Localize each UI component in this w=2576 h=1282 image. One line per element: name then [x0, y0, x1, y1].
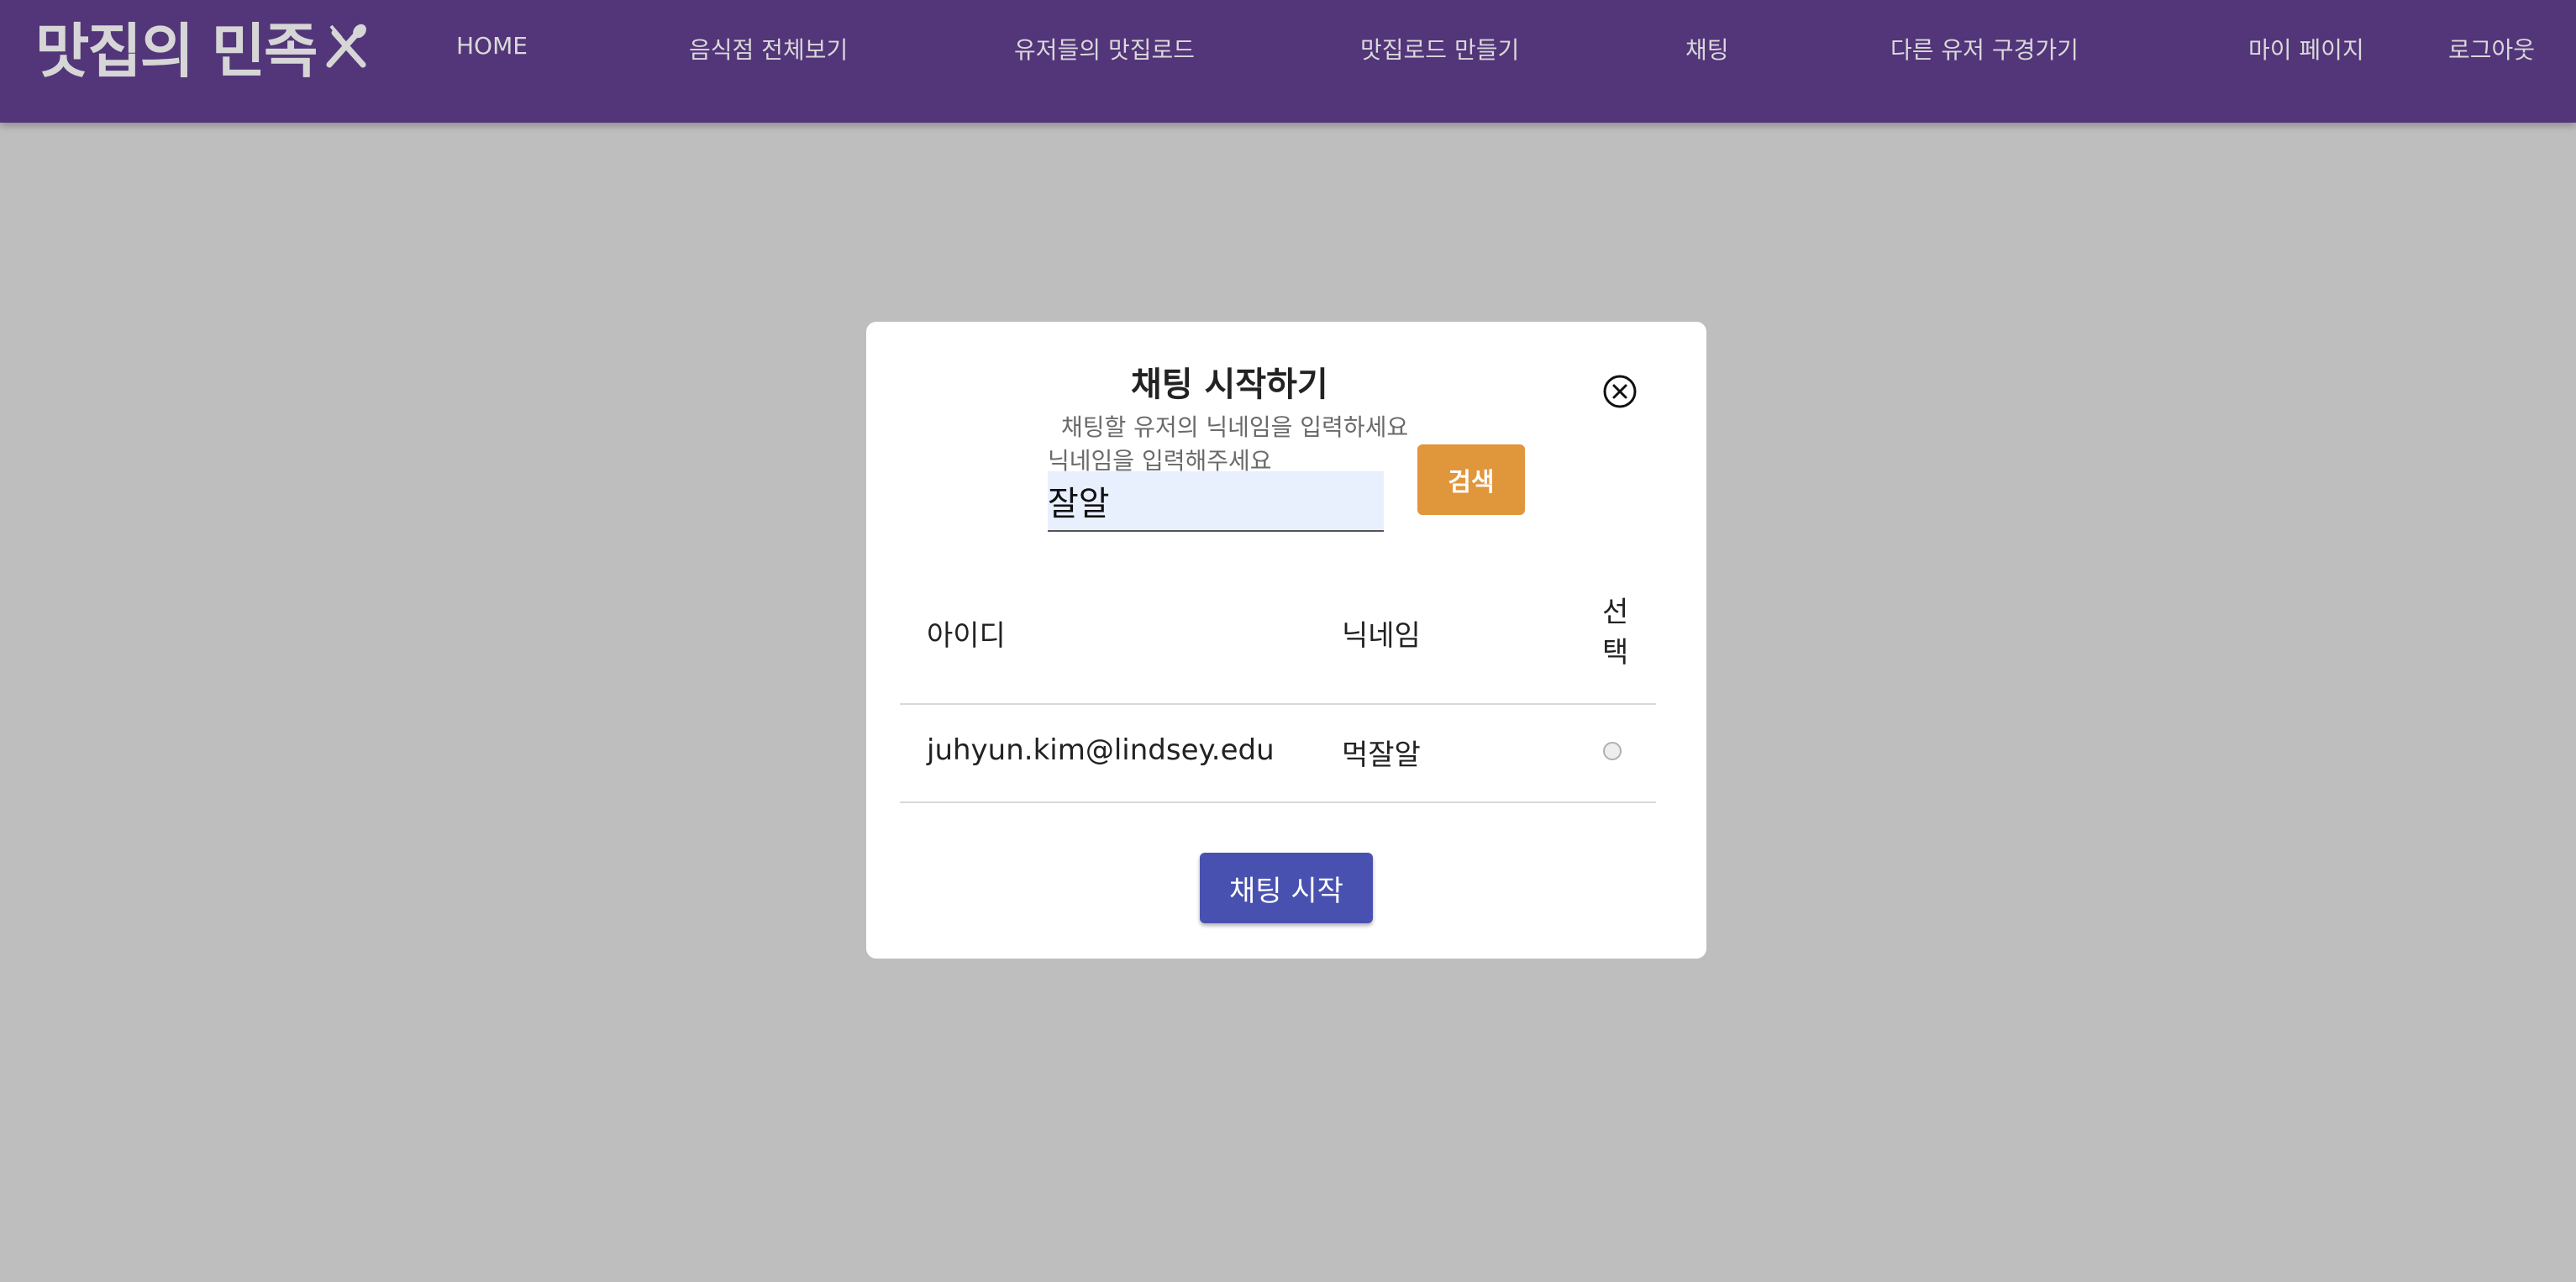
nav-user-roads[interactable]: 유저들의 맛집로드 [1014, 32, 1195, 66]
logo[interactable]: 맛집의 민족 [35, 12, 370, 86]
modal-title: 채팅 시작하기 [1131, 365, 1328, 404]
search-button[interactable]: 검색 [1417, 444, 1525, 515]
top-navbar: 맛집의 민족 HOME 음식점 전체보기 유저들의 맛집로드 맛집로드 만들기 … [0, 0, 2576, 123]
fork-knife-icon [326, 24, 367, 68]
table-header-nickname: 닉네임 [1342, 619, 1421, 653]
nav-my-page[interactable]: 마이 페이지 [2248, 32, 2364, 66]
nav-create-road[interactable]: 맛집로드 만들기 [1360, 32, 1519, 66]
nav-browse-users[interactable]: 다른 유저 구경가기 [1890, 32, 2079, 66]
nickname-search-input[interactable] [1048, 471, 1384, 532]
row-nickname: 먹잘알 [1342, 738, 1421, 772]
nickname-hint: 채팅할 유저의 닉네임을 입력하세요 [1061, 413, 1409, 441]
start-chat-button[interactable]: 채팅 시작 [1200, 853, 1373, 923]
table-header-select-line2: 택 [1602, 636, 1629, 670]
nav-home[interactable]: HOME [456, 32, 528, 60]
nav-all-restaurants[interactable]: 음식점 전체보기 [689, 32, 848, 66]
row-select-radio[interactable] [1603, 742, 1622, 760]
row-user-id: juhyun.kim@lindsey.edu [927, 733, 1275, 767]
table-header-select: 선 택 [1602, 592, 1628, 673]
table-header-id: 아이디 [927, 619, 1006, 653]
table-row-divider [900, 801, 1656, 803]
nav-chat[interactable]: 채팅 [1685, 32, 1729, 66]
nav-logout[interactable]: 로그아웃 [2448, 32, 2535, 66]
close-icon[interactable] [1602, 374, 1638, 409]
table-header-divider [900, 703, 1656, 705]
logo-text: 맛집의 민족 [35, 16, 318, 86]
start-chat-modal: 채팅 시작하기 채팅할 유저의 닉네임을 입력하세요 닉네임을 입력해주세요 검… [866, 322, 1706, 959]
table-header-select-line1: 선 [1602, 596, 1629, 629]
